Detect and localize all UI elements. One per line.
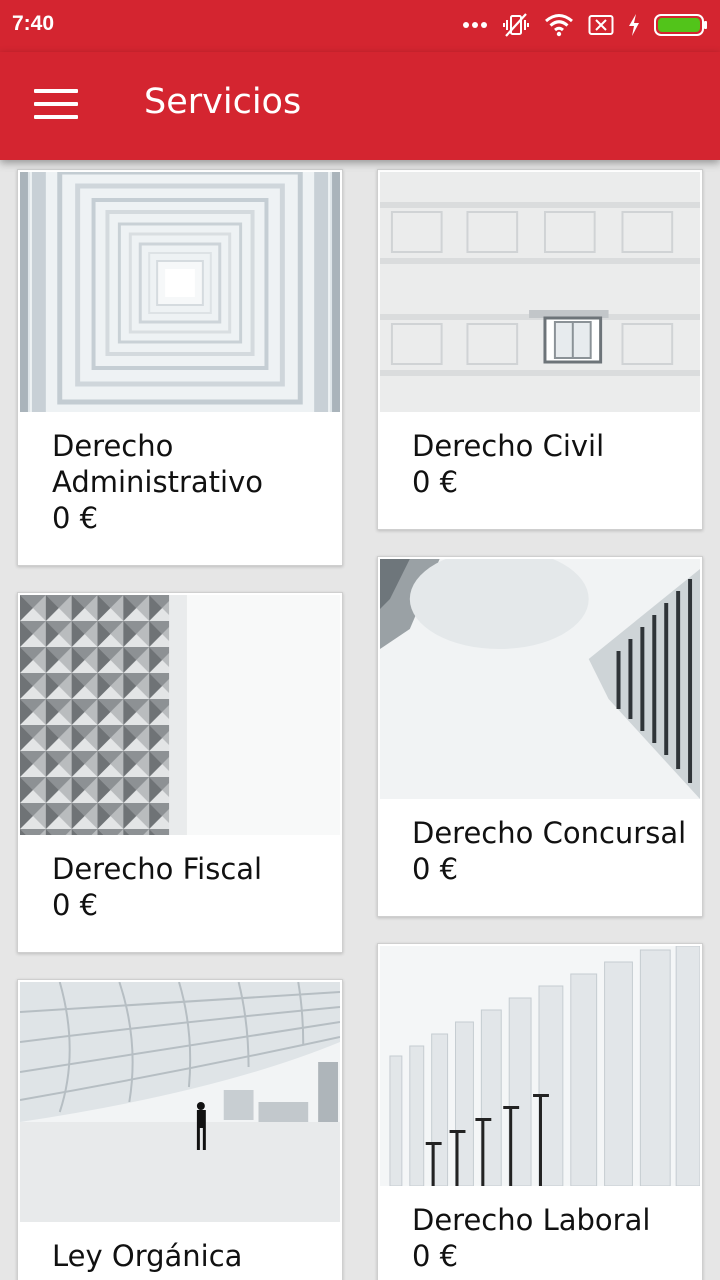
service-card-derecho-concursal[interactable]: Derecho Concursal 0 € — [377, 556, 703, 917]
service-card-derecho-fiscal[interactable]: Derecho Fiscal 0 € — [17, 592, 343, 953]
status-icons — [462, 10, 708, 40]
status-bar: 7:40 — [0, 0, 720, 52]
service-title: Derecho Administrativo — [52, 429, 263, 499]
vibrate-off-icon — [502, 11, 530, 39]
service-card-derecho-administrativo[interactable]: Derecho Administrativo 0 € — [17, 169, 343, 566]
service-title: Derecho Fiscal — [52, 852, 263, 886]
status-time: 7:40 — [12, 12, 55, 35]
service-image — [20, 595, 340, 835]
service-title: Derecho Civil — [412, 429, 605, 463]
service-info: Derecho Concursal 0 € — [412, 815, 694, 887]
charging-icon — [628, 14, 640, 36]
service-card-ley-organica[interactable]: Ley Orgánica — [17, 979, 343, 1280]
service-image — [20, 172, 340, 412]
service-info: Derecho Civil 0 € — [412, 428, 694, 500]
service-price: 0 € — [52, 888, 99, 922]
service-title: Derecho Laboral — [412, 1203, 651, 1237]
service-card-derecho-civil[interactable]: Derecho Civil 0 € — [377, 169, 703, 530]
wifi-icon — [544, 13, 574, 37]
service-price: 0 € — [52, 501, 99, 535]
app-bar: Servicios — [0, 52, 720, 160]
service-info: Derecho Administrativo 0 € — [52, 428, 334, 536]
hamburger-menu-icon[interactable] — [22, 78, 90, 130]
page-title: Servicios — [144, 82, 302, 122]
service-image — [380, 559, 700, 799]
battery-icon — [654, 13, 708, 37]
service-price: 0 € — [412, 465, 459, 499]
service-title: Ley Orgánica — [52, 1239, 243, 1273]
service-card-derecho-laboral[interactable]: Derecho Laboral 0 € — [377, 943, 703, 1280]
service-price: 0 € — [412, 1239, 459, 1273]
service-image — [380, 172, 700, 412]
service-info: Derecho Laboral 0 € — [412, 1202, 694, 1274]
more-dots-icon — [462, 21, 488, 29]
service-image — [380, 946, 700, 1186]
service-title: Derecho Concursal — [412, 816, 687, 850]
service-info: Ley Orgánica — [52, 1238, 334, 1274]
service-info: Derecho Fiscal 0 € — [52, 851, 334, 923]
no-sim-icon — [588, 14, 614, 36]
service-price: 0 € — [412, 852, 459, 886]
service-image — [20, 982, 340, 1222]
